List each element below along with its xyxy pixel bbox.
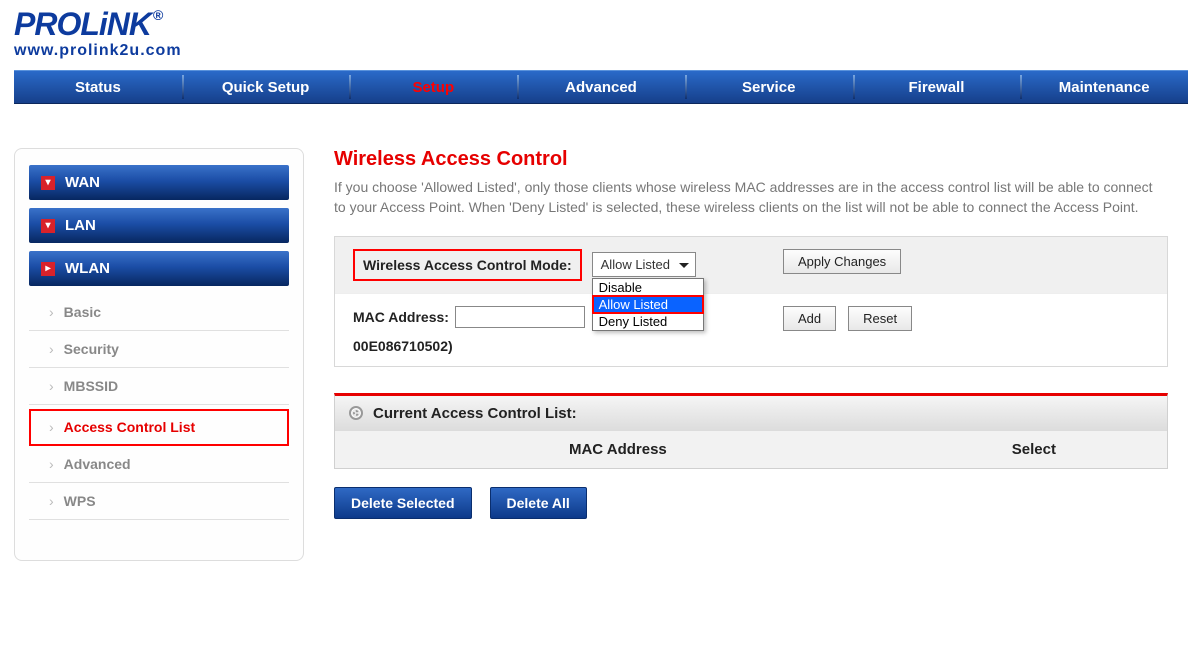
sidebar-cat-wlan[interactable]: WLAN — [29, 251, 289, 286]
sidebar-item-acl[interactable]: Access Control List — [29, 409, 289, 446]
nav-status[interactable]: Status — [14, 71, 182, 103]
mode-option-deny[interactable]: Deny Listed — [593, 313, 703, 330]
chevron-right-icon — [41, 262, 55, 276]
brand-logo: PROLiNK® — [14, 8, 1188, 40]
gear-icon — [349, 406, 363, 420]
mode-option-disable[interactable]: Disable — [593, 279, 703, 296]
sidebar-cat-label: LAN — [65, 217, 96, 234]
nav-maintenance[interactable]: Maintenance — [1020, 71, 1188, 103]
brand-url: www.prolink2u.com — [14, 42, 1188, 60]
sidebar-cat-lan[interactable]: LAN — [29, 208, 289, 243]
page-title: Wireless Access Control — [334, 148, 1168, 171]
add-button[interactable]: Add — [783, 306, 836, 331]
acl-list-title: Current Access Control List: — [373, 405, 577, 422]
main-content: Wireless Access Control If you choose 'A… — [334, 148, 1188, 561]
mode-label: Wireless Access Control Mode: — [353, 249, 582, 281]
page-description: If you choose 'Allowed Listed', only tho… — [334, 177, 1168, 218]
mode-option-allow[interactable]: Allow Listed — [593, 296, 703, 313]
sidebar-cat-wan[interactable]: WAN — [29, 165, 289, 200]
nav-quick-setup[interactable]: Quick Setup — [182, 71, 350, 103]
reset-button[interactable]: Reset — [848, 306, 912, 331]
nav-setup[interactable]: Setup — [349, 71, 517, 103]
acl-table: MAC Address Select — [335, 431, 1167, 468]
col-select: Select — [901, 431, 1167, 468]
registered-icon: ® — [153, 7, 162, 23]
settings-form: Wireless Access Control Mode: Allow List… — [334, 236, 1168, 367]
col-mac: MAC Address — [335, 431, 901, 468]
mac-hint: 00E086710502) — [353, 338, 747, 354]
nav-firewall[interactable]: Firewall — [853, 71, 1021, 103]
apply-changes-button[interactable]: Apply Changes — [783, 249, 901, 274]
sidebar: WAN LAN WLAN Basic Security MBSSID Acces… — [14, 148, 304, 561]
sidebar-cat-label: WAN — [65, 174, 100, 191]
mode-select[interactable]: Allow Listed — [592, 252, 696, 277]
sidebar-item-advanced[interactable]: Advanced — [29, 446, 289, 483]
top-nav: Status Quick Setup Setup Advanced Servic… — [14, 70, 1188, 104]
chevron-down-icon — [41, 176, 55, 190]
delete-all-button[interactable]: Delete All — [490, 487, 587, 519]
mac-input[interactable] — [455, 306, 585, 328]
delete-selected-button[interactable]: Delete Selected — [334, 487, 472, 519]
chevron-down-icon — [41, 219, 55, 233]
sidebar-item-wps[interactable]: WPS — [29, 483, 289, 520]
sidebar-cat-label: WLAN — [65, 260, 110, 277]
nav-service[interactable]: Service — [685, 71, 853, 103]
mode-dropdown: Disable Allow Listed Deny Listed — [592, 278, 704, 331]
sidebar-item-basic[interactable]: Basic — [29, 294, 289, 331]
mac-label: MAC Address: — [353, 309, 449, 325]
acl-list-header: Current Access Control List: — [335, 396, 1167, 431]
sidebar-item-mbssid[interactable]: MBSSID — [29, 368, 289, 405]
sidebar-item-security[interactable]: Security — [29, 331, 289, 368]
acl-list-box: Current Access Control List: MAC Address… — [334, 393, 1168, 469]
nav-advanced[interactable]: Advanced — [517, 71, 685, 103]
